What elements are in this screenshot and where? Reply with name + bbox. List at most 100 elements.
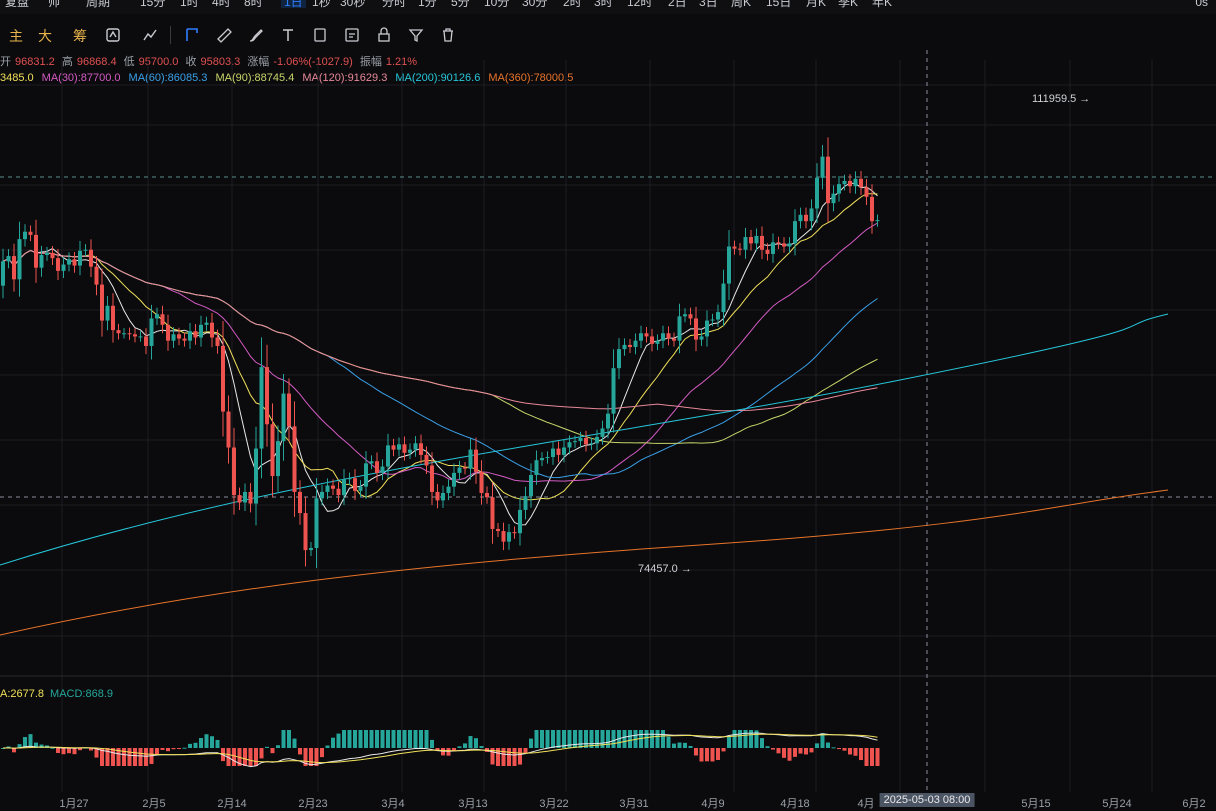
time-axis-tick: 2月14 [217, 798, 247, 810]
macd-bar [193, 742, 198, 748]
macd-bar [402, 730, 407, 748]
candle-body [424, 454, 429, 466]
candle-body [776, 242, 781, 244]
macd-bar [655, 730, 660, 748]
time-axis-tick: 3月31 [619, 798, 649, 810]
candle-body [204, 322, 209, 325]
macd-bar [529, 738, 533, 748]
candle-body [650, 336, 654, 344]
macd-bar [50, 747, 55, 749]
macd-bar [688, 745, 693, 748]
candle-body [72, 259, 77, 266]
macd-legend: A:2677.8 MACD:868.9 [0, 688, 119, 700]
macd-bar [798, 748, 803, 754]
candle-body [331, 485, 335, 489]
candle-body [842, 180, 847, 185]
time-axis-tick: 6月2 [1182, 798, 1206, 810]
candlestick-chart[interactable] [0, 0, 1216, 811]
candle-body [848, 180, 852, 187]
candle-body [441, 492, 445, 501]
macd-bar [573, 730, 577, 748]
macd-bar [705, 748, 709, 762]
macd-bar [468, 736, 473, 748]
candle-body [45, 252, 49, 255]
macd-bar [661, 730, 665, 748]
macd-bar [721, 748, 726, 752]
candle-body [589, 443, 594, 445]
candle-body [61, 264, 66, 271]
macd-bar [782, 748, 786, 758]
candle-body [661, 333, 665, 341]
candle-body [793, 221, 797, 244]
candle-body [518, 509, 522, 534]
candle-body [633, 340, 638, 348]
candle-body [188, 331, 192, 341]
candle-body [78, 250, 82, 266]
macd-bar [160, 748, 165, 750]
macd-bar [248, 748, 253, 766]
macd-bar [666, 736, 671, 748]
candle-body [138, 336, 143, 338]
candle-body [463, 467, 467, 469]
macd-bar [842, 748, 847, 751]
macd-bar [727, 736, 731, 748]
macd-bar [419, 730, 423, 748]
candle-body [94, 266, 99, 285]
macd-bar [650, 730, 654, 748]
time-axis-tick: 2月5 [142, 798, 166, 810]
candle-body [67, 259, 71, 265]
macd-bar [859, 748, 863, 761]
candle-body [292, 426, 297, 492]
macd-bar [347, 730, 352, 748]
macd-bar [111, 748, 115, 766]
candle-body [798, 214, 803, 222]
candle-body [562, 447, 566, 455]
candle-body [133, 334, 137, 337]
candle-body [430, 465, 434, 492]
candle-body [144, 336, 148, 346]
candle-body [727, 246, 731, 284]
candle-body [837, 184, 841, 194]
macd-bar [853, 748, 858, 756]
candle-body [232, 447, 236, 496]
candle-body [782, 243, 786, 247]
macd-bar [446, 748, 451, 756]
candle-body [375, 461, 379, 473]
candle-body [820, 156, 825, 178]
candle-body [248, 491, 253, 504]
candle-body [595, 436, 599, 444]
macd-bar [848, 748, 852, 755]
macd-bar [144, 748, 148, 766]
candle-body [540, 458, 544, 461]
candle-body [243, 491, 247, 503]
macd-bar [683, 742, 687, 748]
macd-bar [551, 730, 555, 748]
macd-bar [826, 742, 830, 748]
candle-body [199, 324, 203, 338]
macd-bar [364, 730, 368, 748]
low-price-label: 74457.0 → [638, 563, 692, 575]
candle-body [265, 367, 269, 425]
candle-body [39, 255, 44, 268]
candle-body [155, 314, 159, 319]
candle-body [111, 305, 115, 331]
high-price-label: 111959.5 → [1032, 93, 1091, 105]
candle-body [50, 252, 55, 259]
candle-body [611, 368, 616, 414]
candle-body [254, 448, 258, 504]
candle-body [149, 318, 154, 346]
macd-bar [182, 747, 187, 749]
macd-bar [540, 730, 544, 748]
candle-body [787, 243, 792, 247]
macd-bar [188, 743, 192, 748]
macd-bar [474, 738, 478, 748]
candle-body [193, 331, 198, 338]
candle-body [501, 531, 506, 542]
macd-bar [287, 730, 291, 748]
macd-bar [441, 748, 445, 756]
candle-body [457, 467, 462, 473]
macd-bar [760, 738, 764, 748]
candle-body [116, 330, 121, 334]
candle-body [210, 322, 214, 338]
candle-body [353, 478, 357, 491]
